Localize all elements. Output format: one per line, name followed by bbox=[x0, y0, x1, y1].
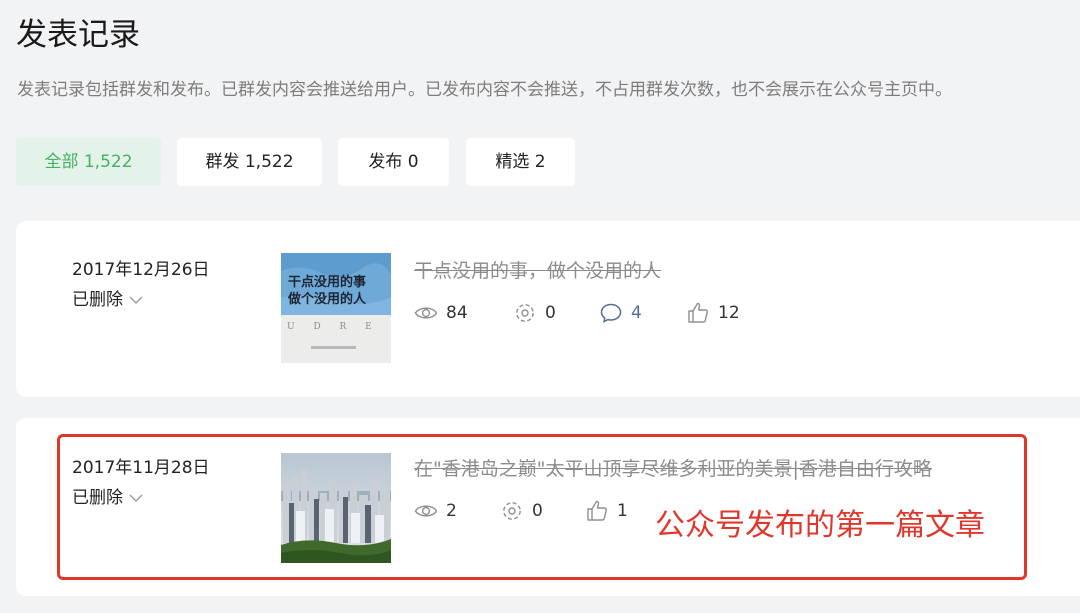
comments-count: 4 bbox=[631, 303, 642, 323]
chevron-down-icon bbox=[129, 296, 143, 304]
record-title[interactable]: 干点没用的事，做个没用的人 bbox=[414, 258, 661, 284]
page-title: 发表记录 bbox=[16, 17, 140, 53]
page-description: 发表记录包括群发和发布。已群发内容会推送给用户。已发布内容不会推送，不占用群发次… bbox=[17, 80, 952, 100]
tab-all[interactable]: 全部 1,522 bbox=[16, 138, 161, 186]
thumbnail-caption-line2: 做个没用的人 bbox=[287, 291, 367, 307]
share-icon bbox=[516, 304, 534, 322]
views-count: 84 bbox=[446, 303, 468, 323]
eye-icon bbox=[414, 307, 438, 319]
record-status-label: 已删除 bbox=[72, 290, 123, 310]
annotation-label: 公众号发布的第一篇文章 bbox=[655, 508, 985, 543]
record-date: 2017年12月26日 bbox=[72, 260, 210, 280]
thumbnail-image: 干点没用的事 做个没用的人 U D R E bbox=[281, 253, 391, 363]
shares-count: 0 bbox=[545, 303, 556, 323]
likes-count: 12 bbox=[718, 303, 740, 323]
thumbnail-letters: U D R E bbox=[287, 322, 380, 332]
record-thumbnail[interactable]: 干点没用的事 做个没用的人 U D R E bbox=[281, 253, 391, 363]
thumbnail-caption-line1: 干点没用的事 bbox=[288, 274, 366, 290]
tab-mass-send[interactable]: 群发 1,522 bbox=[177, 138, 322, 186]
record-card: 2017年12月26日 已删除 干点没用的事 做个没用的人 U D R E 干点… bbox=[16, 221, 1080, 397]
record-status-dropdown[interactable]: 已删除 bbox=[72, 288, 143, 312]
tab-featured[interactable]: 精选 2 bbox=[466, 138, 575, 186]
thumbs-up-icon bbox=[688, 302, 708, 323]
tab-publish[interactable]: 发布 0 bbox=[338, 138, 449, 186]
comment-icon bbox=[600, 303, 622, 323]
